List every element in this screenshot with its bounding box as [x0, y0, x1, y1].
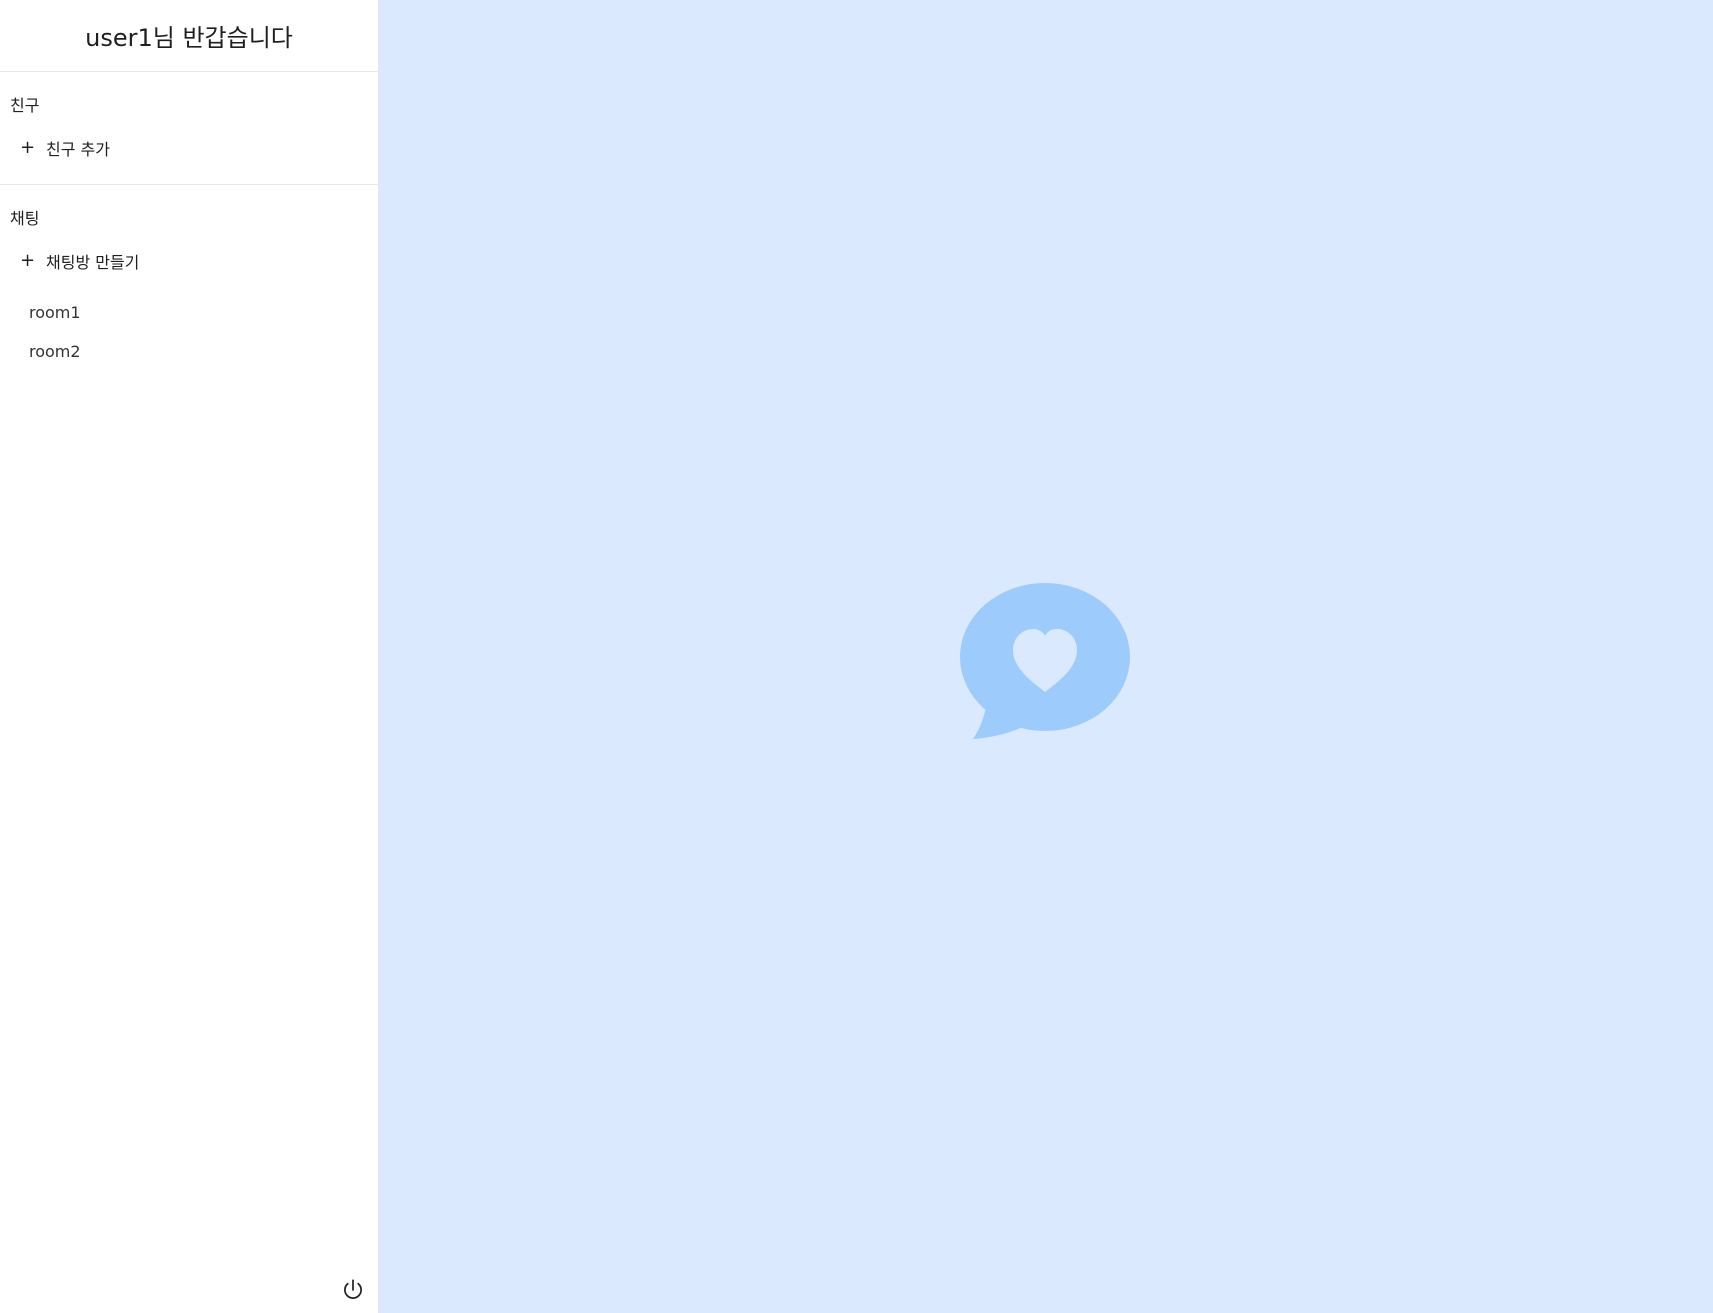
plus-icon: + — [20, 137, 36, 158]
friends-section: 친구 + 친구 추가 — [0, 72, 378, 185]
chat-bubble-heart-icon — [960, 583, 1130, 739]
plus-icon: + — [20, 250, 36, 271]
create-room-label: 채팅방 만들기 — [46, 253, 140, 272]
friends-section-title: 친구 — [10, 96, 40, 115]
add-friend-label: 친구 추가 — [46, 140, 110, 159]
chat-section: 채팅 + 채팅방 만들기 room1 room2 — [0, 185, 378, 387]
room-item[interactable]: room1 — [0, 293, 378, 332]
app: user1님 반갑습니다 친구 + 친구 추가 채팅 + 채팅방 만들기 roo… — [0, 0, 1713, 1313]
power-icon[interactable] — [340, 1277, 366, 1303]
greeting-title: user1님 반갑습니다 — [0, 0, 378, 72]
sidebar: user1님 반갑습니다 친구 + 친구 추가 채팅 + 채팅방 만들기 roo… — [0, 0, 379, 1313]
chat-section-title: 채팅 — [10, 209, 40, 228]
add-friend-button[interactable]: + 친구 추가 — [0, 128, 378, 168]
create-room-button[interactable]: + 채팅방 만들기 — [0, 241, 378, 281]
room-item[interactable]: room2 — [0, 332, 378, 371]
room-list: room1 room2 — [0, 293, 378, 371]
chat-main-area — [379, 0, 1713, 1313]
